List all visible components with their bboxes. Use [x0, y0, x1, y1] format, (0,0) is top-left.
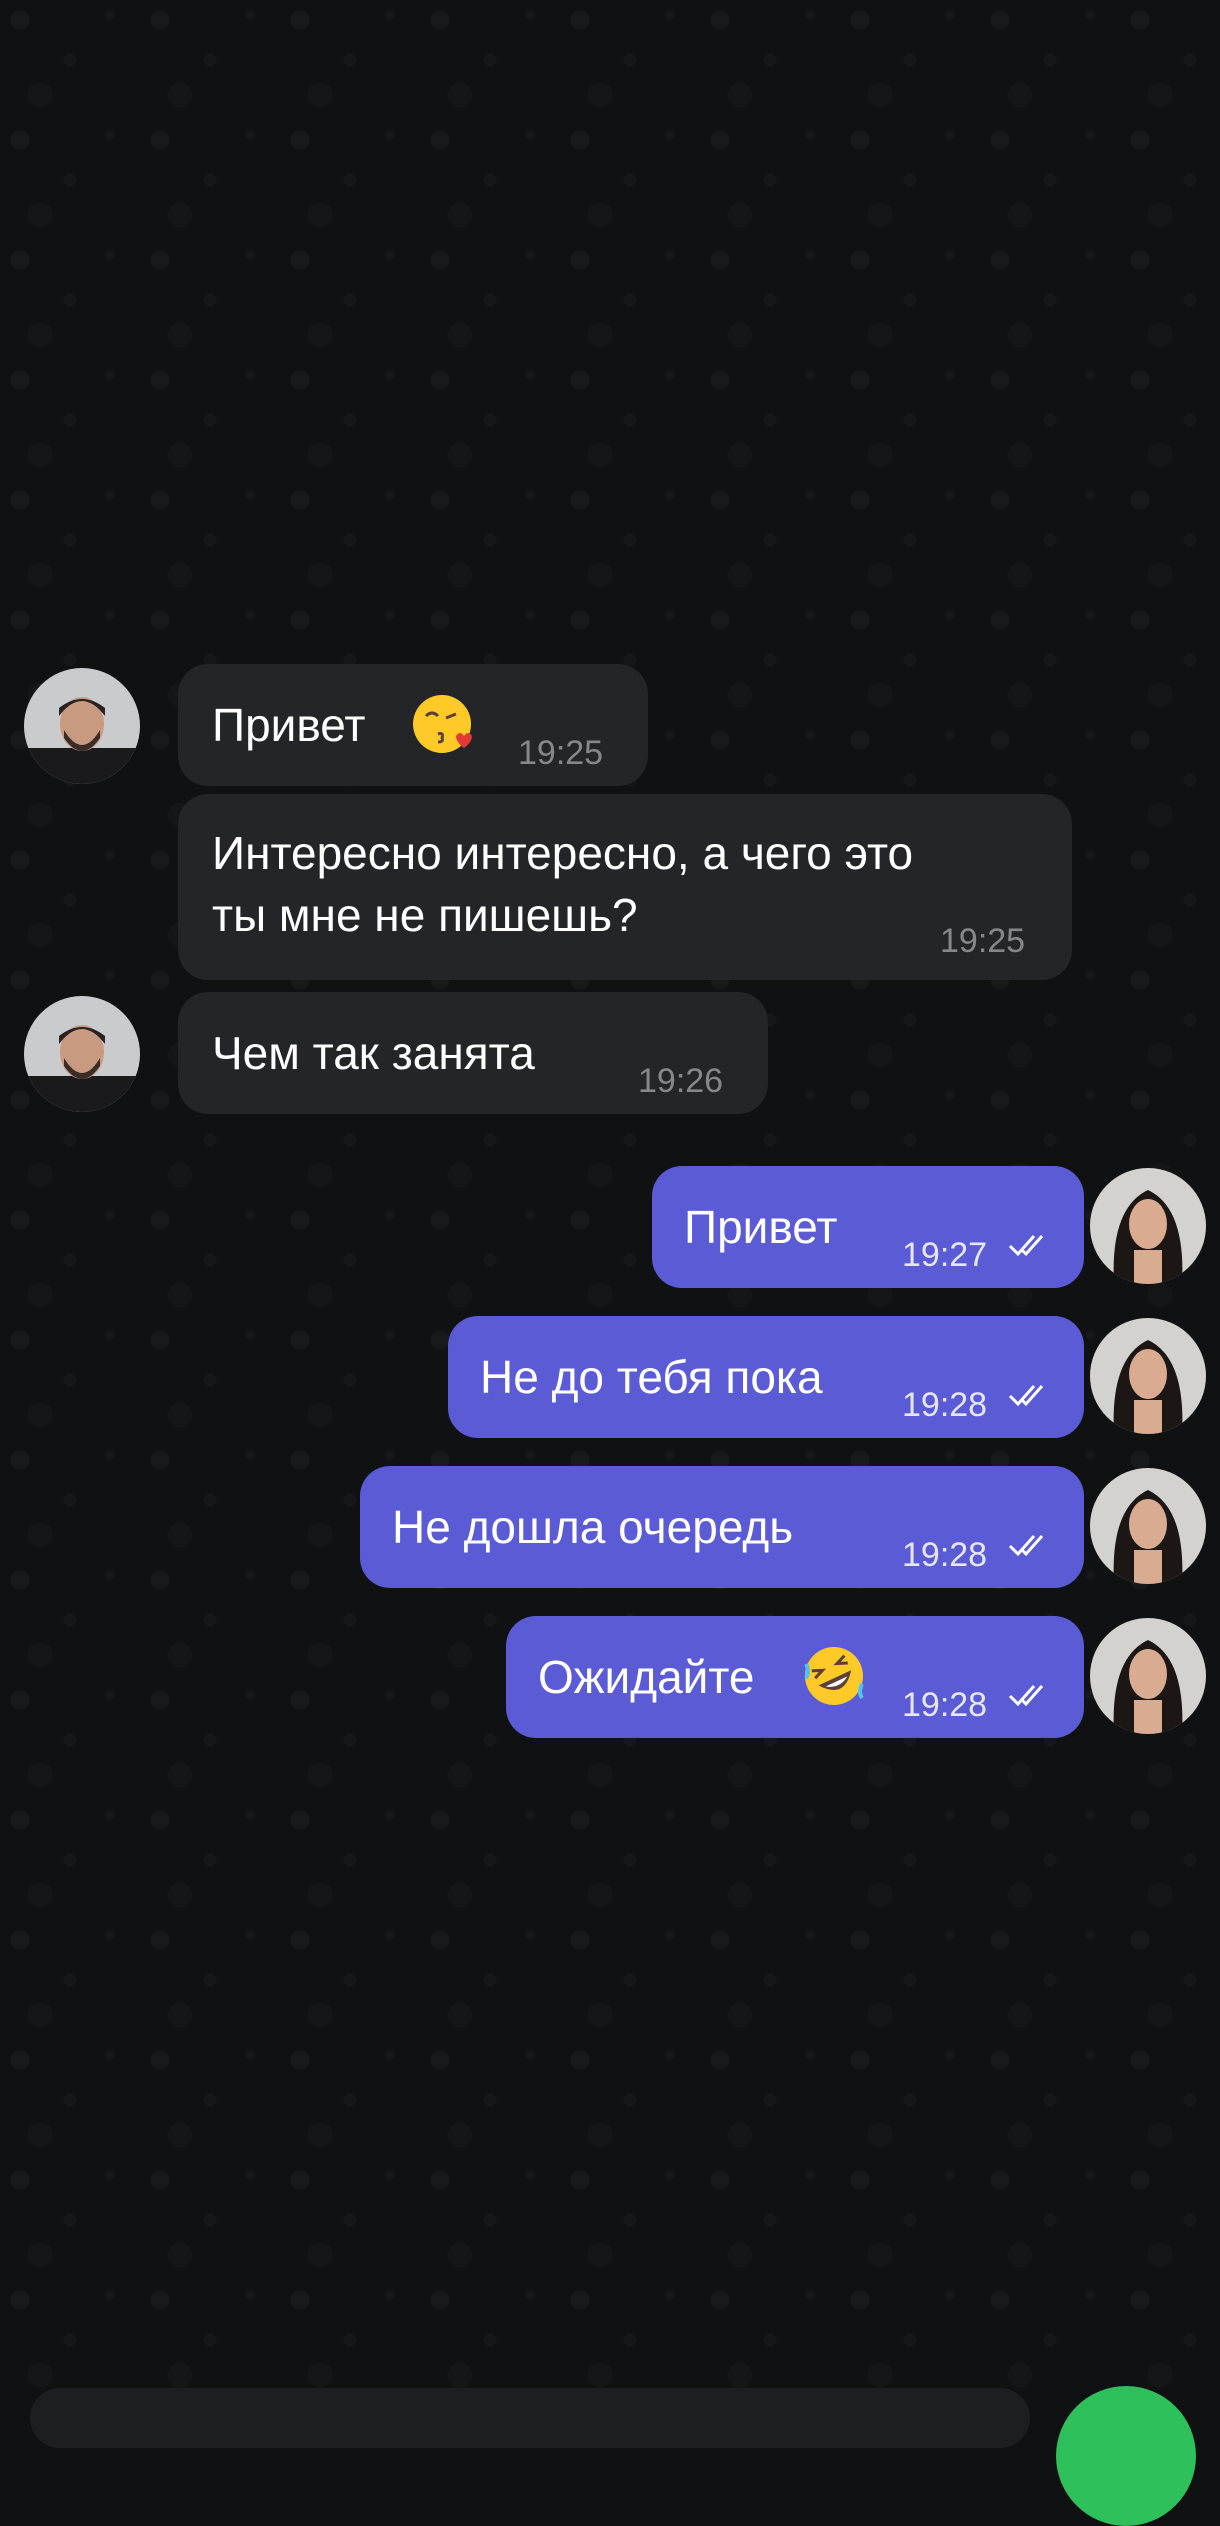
message-time: 19:28 — [902, 1536, 988, 1574]
message-bubble-outgoing[interactable]: Не до тебя пока 19:28 — [448, 1316, 1084, 1438]
message-time: 19:25 — [518, 734, 604, 772]
message-bubble-outgoing[interactable]: Привет 19:27 — [652, 1166, 1084, 1288]
message-text: Чем так занята — [212, 1027, 535, 1079]
read-double-check-icon — [1008, 1235, 1044, 1257]
rolling-laughing-emoji — [804, 1647, 864, 1705]
message-bubble-incoming[interactable]: Чем так занята 19:26 — [178, 992, 768, 1114]
contact-avatar[interactable] — [24, 996, 140, 1112]
message-text: Ожидайте — [538, 1651, 755, 1703]
message-time: 19:27 — [902, 1236, 988, 1274]
message-bubble-outgoing[interactable]: Не дошла очередь 19:28 — [360, 1466, 1084, 1588]
message-bubble-incoming[interactable]: Привет 19:25 — [178, 664, 648, 786]
own-avatar[interactable] — [1090, 1168, 1206, 1284]
message-text: Не дошла очередь — [392, 1501, 794, 1553]
message-bubble-outgoing[interactable]: Ожидайте 19:28 — [506, 1616, 1084, 1738]
read-double-check-icon — [1008, 1385, 1044, 1407]
message-bubble-incoming[interactable]: Интересно интересно, а чего это ты мне н… — [178, 794, 1072, 980]
contact-avatar[interactable] — [24, 668, 140, 784]
message-time: 19:25 — [940, 922, 1026, 960]
message-text: Не до тебя пока — [480, 1351, 823, 1403]
message-time: 19:28 — [902, 1686, 988, 1724]
kissing-face-heart-emoji — [413, 695, 472, 753]
message-time: 19:26 — [638, 1062, 724, 1100]
message-time: 19:28 — [902, 1386, 988, 1424]
read-double-check-icon — [1008, 1535, 1044, 1557]
own-avatar[interactable] — [1090, 1468, 1206, 1584]
own-avatar[interactable] — [1090, 1618, 1206, 1734]
message-text: Привет — [684, 1201, 838, 1253]
own-avatar[interactable] — [1090, 1318, 1206, 1434]
read-double-check-icon — [1008, 1685, 1044, 1707]
send-button[interactable] — [1056, 2386, 1196, 2526]
message-text: Привет — [212, 699, 366, 751]
message-text: Интересно интересно, а чего это ты мне н… — [212, 827, 914, 941]
message-input[interactable] — [30, 2388, 1030, 2448]
